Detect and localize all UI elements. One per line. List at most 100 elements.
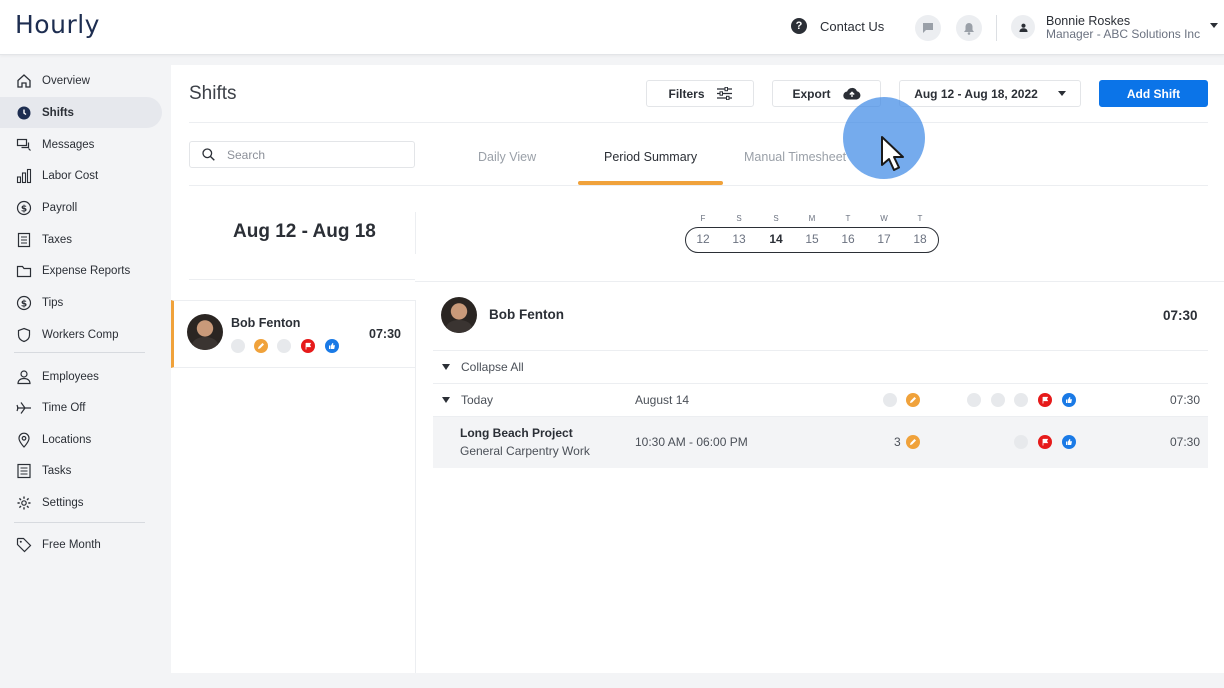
- day-button[interactable]: 16: [836, 232, 860, 246]
- user-name[interactable]: Bonnie Roskes: [1046, 14, 1130, 28]
- sidebar-item-label: Shifts: [42, 106, 74, 119]
- employee-list-item[interactable]: Bob Fenton 07:30: [171, 300, 415, 368]
- dollar-circle-icon: $: [16, 295, 32, 310]
- location-pin-icon: [18, 432, 30, 448]
- user-menu-chevron-down-icon[interactable]: [1210, 23, 1218, 28]
- weekday-letter: F: [700, 214, 706, 223]
- sidebar-item-label: Tasks: [42, 464, 72, 477]
- sidebar-item-settings[interactable]: Settings: [0, 487, 162, 518]
- sidebar-item-expense-reports[interactable]: Expense Reports: [0, 255, 162, 286]
- tag-icon: [16, 537, 32, 552]
- messages-icon: [16, 138, 31, 151]
- sidebar-item-tasks[interactable]: Tasks: [0, 455, 162, 486]
- sidebar-divider: [14, 352, 145, 353]
- app-logo[interactable]: Hourly: [15, 10, 100, 39]
- search-field[interactable]: Search: [189, 141, 415, 168]
- day-button-selected[interactable]: 14: [764, 232, 788, 246]
- sidebar-item-shifts[interactable]: Shifts: [0, 97, 162, 128]
- bell-icon: [964, 22, 974, 35]
- day-button[interactable]: 13: [727, 232, 751, 246]
- filters-button[interactable]: Filters: [646, 80, 754, 107]
- chat-button[interactable]: [915, 15, 941, 41]
- tab-daily-view[interactable]: Daily View: [478, 150, 536, 164]
- collapse-all-button[interactable]: Collapse All: [461, 360, 524, 374]
- sidebar-item-label: Time Off: [42, 401, 86, 414]
- sidebar-item-locations[interactable]: Locations: [0, 424, 162, 455]
- top-bar: Hourly ? Contact Us Bonnie Roskes Manage…: [0, 0, 1224, 55]
- weekday-letter: T: [845, 214, 851, 223]
- weekday-letter: M: [808, 214, 816, 223]
- date-range-dropdown[interactable]: Aug 12 - Aug 18, 2022: [899, 80, 1081, 107]
- plane-icon: [16, 401, 31, 414]
- sidebar-item-label: Settings: [42, 496, 84, 509]
- edit-icon: [254, 339, 268, 353]
- sidebar-item-label: Locations: [42, 433, 92, 446]
- status-icon-inactive: [991, 393, 1005, 407]
- mouse-pointer-icon: [881, 136, 904, 171]
- day-label[interactable]: Today: [461, 393, 493, 407]
- search-input[interactable]: Search: [227, 148, 265, 162]
- help-icon: ?: [791, 18, 807, 34]
- weekday-letter: S: [736, 214, 742, 223]
- shift-time-range: 10:30 AM - 06:00 PM: [635, 435, 748, 449]
- search-icon: [202, 148, 215, 161]
- status-icon-inactive: [231, 339, 245, 353]
- day-button[interactable]: 18: [908, 232, 932, 246]
- cloud-upload-icon: [842, 87, 860, 100]
- status-icon-inactive: [1014, 393, 1028, 407]
- status-icon-inactive: [967, 393, 981, 407]
- sidebar-item-taxes[interactable]: Taxes: [0, 224, 162, 255]
- flag-icon: [301, 339, 315, 353]
- weekday-letter: S: [773, 214, 779, 223]
- tab-period-summary[interactable]: Period Summary: [604, 150, 697, 164]
- status-icon-inactive: [277, 339, 291, 353]
- dollar-circle-icon: $: [16, 200, 32, 215]
- sidebar-item-label: Payroll: [42, 201, 78, 214]
- day-button[interactable]: 17: [872, 232, 896, 246]
- weekday-letter: W: [880, 214, 888, 223]
- list-divider: [415, 300, 416, 673]
- avatar: [187, 314, 223, 350]
- detail-total-hours: 07:30: [1163, 308, 1198, 323]
- divider: [415, 281, 1224, 282]
- divider: [433, 350, 1208, 351]
- chevron-down-icon: [1057, 91, 1066, 96]
- sidebar-item-overview[interactable]: Overview: [0, 65, 162, 96]
- notifications-button[interactable]: [956, 15, 982, 41]
- day-hours: 07:30: [1170, 393, 1201, 407]
- period-label: Aug 12 - Aug 18: [233, 221, 376, 242]
- contact-us-label: Contact Us: [820, 18, 885, 34]
- flag-icon: [1038, 435, 1052, 449]
- sidebar-item-label: Labor Cost: [42, 169, 99, 182]
- divider: [189, 279, 415, 280]
- divider: [189, 122, 1208, 123]
- sidebar-divider: [14, 522, 145, 523]
- sidebar-item-time-off[interactable]: Time Off: [0, 392, 162, 423]
- sidebar-item-tips[interactable]: $ Tips: [0, 287, 162, 318]
- sidebar-item-workers-comp[interactable]: Workers Comp: [0, 319, 162, 350]
- day-button[interactable]: 15: [800, 232, 824, 246]
- sliders-icon: [716, 87, 732, 100]
- sidebar-item-free-month[interactable]: Free Month: [0, 529, 162, 560]
- add-shift-button[interactable]: Add Shift: [1099, 80, 1208, 107]
- collapse-triangle-icon[interactable]: [442, 364, 450, 370]
- header-divider: [996, 15, 997, 41]
- main-panel: Shifts Filters Export Aug 12 - Aug 18, 2…: [171, 65, 1224, 673]
- shield-icon: [17, 327, 31, 342]
- clock-icon: [17, 106, 31, 119]
- expand-triangle-icon[interactable]: [442, 397, 450, 403]
- edit-icon: [906, 435, 920, 449]
- sidebar-item-employees[interactable]: Employees: [0, 361, 162, 392]
- sidebar-item-label: Employees: [42, 370, 99, 383]
- sidebar-item-labor-cost[interactable]: Labor Cost: [0, 160, 162, 191]
- avatar: [441, 297, 477, 333]
- employee-hours: 07:30: [369, 327, 401, 341]
- day-button[interactable]: 12: [691, 232, 715, 246]
- tab-manual-timesheet[interactable]: Manual Timesheet: [744, 150, 846, 164]
- contact-us-link[interactable]: ? Contact Us: [791, 18, 884, 34]
- sidebar-item-payroll[interactable]: $ Payroll: [0, 192, 162, 223]
- sidebar-item-messages[interactable]: Messages: [0, 129, 162, 160]
- shift-task: General Carpentry Work: [460, 444, 590, 458]
- user-avatar[interactable]: [1011, 15, 1035, 39]
- shift-row[interactable]: Long Beach Project General Carpentry Wor…: [433, 417, 1208, 468]
